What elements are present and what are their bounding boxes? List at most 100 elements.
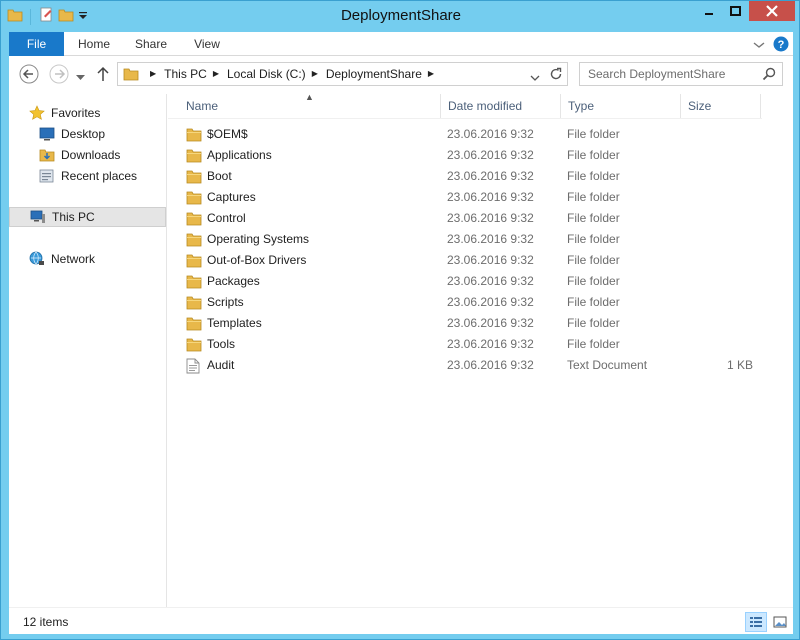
ribbon-tabs: File Home Share View ? bbox=[9, 32, 793, 56]
star-icon bbox=[29, 105, 45, 121]
file-date-modified: 23.06.2016 9:32 bbox=[447, 211, 534, 225]
file-type: File folder bbox=[567, 232, 620, 246]
file-row[interactable]: Operating Systems 23.06.2016 9:32 File fol… bbox=[168, 229, 762, 250]
file-row[interactable]: Out-of-Box Drivers 23.06.2016 9:32 File fo… bbox=[168, 250, 762, 271]
file-name: Operating Systems bbox=[207, 232, 310, 246]
folder-icon bbox=[186, 169, 202, 184]
breadcrumb: ▶ This PC ▶ Local Disk (C:) ▶ Deployment… bbox=[144, 63, 442, 85]
file-date-modified: 23.06.2016 9:32 bbox=[447, 337, 534, 351]
search-icon[interactable] bbox=[762, 67, 776, 84]
folder-icon bbox=[186, 295, 202, 310]
window-controls bbox=[695, 1, 795, 21]
column-header-date-modified[interactable]: Date modified bbox=[441, 94, 561, 118]
window-title: DeploymentShare bbox=[340, 7, 462, 24]
details-view-button[interactable] bbox=[745, 612, 767, 632]
file-date-modified: 23.06.2016 9:32 bbox=[447, 148, 534, 162]
file-date-modified: 23.06.2016 9:32 bbox=[447, 190, 534, 204]
breadcrumb-separator[interactable]: ▶ bbox=[213, 63, 219, 85]
breadcrumb-this-pc[interactable]: This PC bbox=[164, 63, 207, 85]
header-divider bbox=[168, 118, 762, 119]
file-name: Boot bbox=[207, 169, 232, 183]
folder-icon bbox=[186, 274, 202, 289]
file-type: File folder bbox=[567, 148, 620, 162]
folder-icon bbox=[123, 66, 139, 85]
status-bar: 12 items bbox=[9, 607, 793, 634]
minimize-button[interactable] bbox=[695, 1, 722, 21]
nav-item-desktop[interactable]: Desktop bbox=[9, 124, 166, 144]
expand-ribbon-icon[interactable] bbox=[753, 39, 765, 53]
nav-item-recent-places[interactable]: Recent places bbox=[9, 166, 166, 186]
file-name: Out-of-Box Drivers bbox=[207, 253, 307, 267]
tab-file[interactable]: File bbox=[9, 32, 64, 56]
file-name: Captures bbox=[207, 190, 256, 204]
file-row[interactable]: Audit 23.06.2016 9:32 Text Document 1 KB bbox=[168, 355, 762, 376]
address-history-dropdown[interactable] bbox=[530, 71, 540, 85]
column-header-type[interactable]: Type bbox=[561, 94, 681, 118]
file-type: File folder bbox=[567, 190, 620, 204]
refresh-icon[interactable] bbox=[549, 67, 563, 84]
breadcrumb-deploymentshare[interactable]: DeploymentShare bbox=[326, 63, 422, 85]
file-size: 1 KB bbox=[726, 358, 753, 372]
nav-item-label: Desktop bbox=[61, 127, 106, 141]
breadcrumb-local-disk[interactable]: Local Disk (C:) bbox=[227, 63, 306, 85]
search-input[interactable] bbox=[580, 63, 756, 85]
file-row[interactable]: Tools 23.06.2016 9:32 File folder bbox=[168, 334, 762, 355]
file-date-modified: 23.06.2016 9:32 bbox=[447, 127, 534, 141]
large-icons-view-button[interactable] bbox=[769, 612, 791, 632]
file-row[interactable]: Scripts 23.06.2016 9:32 File folder bbox=[168, 292, 762, 313]
file-row[interactable]: Applications 23.06.2016 9:32 File folder bbox=[168, 145, 762, 166]
nav-item-label: This PC bbox=[52, 210, 95, 224]
breadcrumb-separator[interactable]: ▶ bbox=[150, 63, 156, 85]
address-bar[interactable]: ▶ This PC ▶ Local Disk (C:) ▶ Deployment… bbox=[117, 62, 568, 86]
file-date-modified: 23.06.2016 9:32 bbox=[447, 232, 534, 246]
title-bar: DeploymentShare bbox=[1, 1, 800, 31]
explorer-window: DeploymentShare File Home Share View ? ▶… bbox=[0, 0, 800, 640]
recent-places-icon bbox=[39, 168, 55, 184]
file-row[interactable]: Control 23.06.2016 9:32 File folder bbox=[168, 208, 762, 229]
close-button[interactable] bbox=[749, 1, 795, 21]
column-header-name[interactable]: Name bbox=[179, 94, 441, 118]
nav-item-favorites[interactable]: Favorites bbox=[9, 103, 166, 123]
folder-icon bbox=[186, 127, 202, 142]
back-button[interactable] bbox=[19, 64, 39, 87]
nav-item-this-pc[interactable]: This PC bbox=[9, 207, 166, 227]
file-date-modified: 23.06.2016 9:32 bbox=[447, 316, 534, 330]
file-list: ▲ Name Date modified Type Size $OEM$ 23.0… bbox=[168, 92, 793, 607]
nav-item-label: Downloads bbox=[61, 148, 121, 162]
file-type: Text Document bbox=[567, 358, 648, 372]
forward-button[interactable] bbox=[49, 64, 69, 87]
maximize-button[interactable] bbox=[722, 1, 749, 21]
tab-view[interactable]: View bbox=[185, 32, 229, 56]
file-type: File folder bbox=[567, 274, 620, 288]
file-name: Tools bbox=[207, 337, 236, 351]
file-date-modified: 23.06.2016 9:32 bbox=[447, 358, 534, 372]
help-icon[interactable]: ? bbox=[773, 36, 789, 55]
folder-icon bbox=[186, 337, 202, 352]
text-document-icon bbox=[186, 358, 202, 374]
file-date-modified: 23.06.2016 9:32 bbox=[447, 253, 534, 267]
file-row[interactable]: Boot 23.06.2016 9:32 File folder bbox=[168, 166, 762, 187]
column-header-size[interactable]: Size bbox=[681, 94, 761, 118]
file-date-modified: 23.06.2016 9:32 bbox=[447, 169, 534, 183]
file-row[interactable]: Packages 23.06.2016 9:32 File folder bbox=[168, 271, 762, 292]
file-row[interactable]: $OEM$ 23.06.2016 9:32 File folder bbox=[168, 124, 762, 145]
nav-item-label: Recent places bbox=[61, 169, 138, 183]
search-box[interactable] bbox=[579, 62, 783, 86]
tab-share[interactable]: Share bbox=[129, 32, 173, 56]
file-row[interactable]: Templates 23.06.2016 9:32 File folder bbox=[168, 313, 762, 334]
file-row[interactable]: Captures 23.06.2016 9:32 File folder bbox=[168, 187, 762, 208]
breadcrumb-separator[interactable]: ▶ bbox=[428, 63, 434, 85]
breadcrumb-separator[interactable]: ▶ bbox=[312, 63, 318, 85]
nav-item-downloads[interactable]: Downloads bbox=[9, 145, 166, 165]
nav-item-network[interactable]: Network bbox=[9, 249, 166, 269]
file-name: Applications bbox=[207, 148, 272, 162]
up-button[interactable] bbox=[97, 66, 109, 85]
file-name: Templates bbox=[207, 316, 262, 330]
file-date-modified: 23.06.2016 9:32 bbox=[447, 295, 534, 309]
tab-home[interactable]: Home bbox=[69, 32, 119, 56]
file-name: Scripts bbox=[207, 295, 244, 309]
file-date-modified: 23.06.2016 9:32 bbox=[447, 274, 534, 288]
recent-locations-dropdown[interactable] bbox=[76, 70, 85, 84]
file-type: File folder bbox=[567, 316, 620, 330]
ribbon-right-controls: ? bbox=[753, 36, 789, 55]
